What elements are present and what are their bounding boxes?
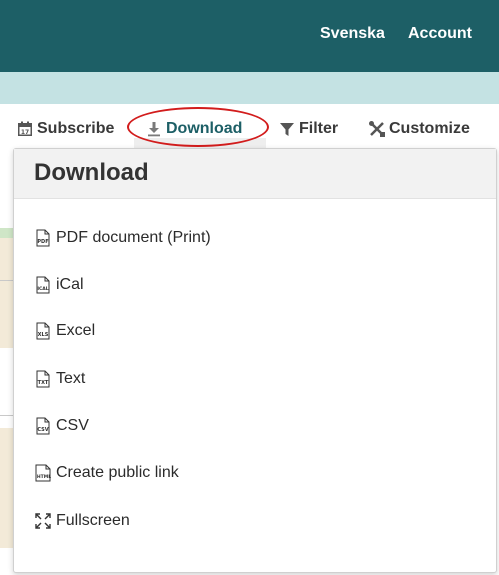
tools-icon — [368, 120, 386, 138]
csv-file-icon: CSV — [34, 417, 54, 435]
pdf-file-icon: PDF — [34, 229, 54, 247]
fullscreen-icon — [34, 512, 54, 530]
filter-button[interactable]: Filter — [278, 118, 338, 140]
menu-item-csv[interactable]: CSV CSV — [34, 414, 89, 438]
menu-item-excel[interactable]: XLS Excel — [34, 319, 95, 343]
file-type-tag: ICAL — [37, 286, 48, 292]
xls-file-icon: XLS — [34, 322, 54, 340]
download-dropdown: Download PDF PDF document (Print) ICAL i… — [13, 148, 497, 573]
menu-item-label: Text — [56, 370, 86, 387]
background-divider — [0, 280, 14, 281]
filter-label: Filter — [299, 120, 339, 137]
menu-item-label: Fullscreen — [56, 512, 130, 529]
background-page-edge — [0, 238, 14, 348]
customize-button[interactable]: Customize — [368, 118, 470, 140]
file-type-tag: CSV — [37, 427, 48, 433]
download-button[interactable]: Download — [145, 118, 242, 140]
background-page-edge — [0, 348, 14, 428]
txt-file-icon: TXT — [34, 370, 54, 388]
top-header: Svenska Account — [0, 0, 499, 72]
menu-item-public-link[interactable]: HTML Create public link — [34, 461, 179, 485]
file-type-tag: XLS — [38, 332, 49, 338]
background-page-edge — [0, 428, 14, 548]
download-label: Download — [166, 120, 243, 137]
background-divider — [0, 415, 14, 416]
account-link[interactable]: Account — [408, 25, 472, 43]
background-page-edge — [0, 150, 14, 230]
subscribe-button[interactable]: 17 Subscribe — [16, 118, 114, 140]
menu-item-label: PDF document (Print) — [56, 229, 211, 246]
menu-item-label: Create public link — [56, 464, 179, 481]
menu-item-text[interactable]: TXT Text — [34, 367, 85, 391]
html-file-icon: HTML — [34, 464, 54, 482]
svg-text:17: 17 — [21, 129, 29, 136]
dropdown-title: Download — [34, 159, 149, 186]
funnel-icon — [278, 120, 296, 138]
ical-file-icon: ICAL — [34, 276, 54, 294]
dropdown-header: Download — [14, 149, 496, 199]
subscribe-label: Subscribe — [37, 120, 115, 137]
menu-item-label: iCal — [56, 276, 84, 293]
customize-label: Customize — [389, 120, 470, 137]
menu-item-label: Excel — [56, 322, 96, 339]
background-page-edge — [0, 228, 14, 238]
menu-item-fullscreen[interactable]: Fullscreen — [34, 509, 130, 533]
file-type-tag: HTML — [37, 474, 51, 480]
language-link[interactable]: Svenska — [320, 25, 385, 43]
calendar-icon: 17 — [16, 120, 34, 138]
page: Svenska Account 17 Subscribe Download Fi… — [0, 0, 499, 575]
download-arrow-icon — [145, 120, 163, 138]
file-type-tag: PDF — [37, 239, 48, 245]
menu-item-label: CSV — [56, 417, 89, 434]
menu-item-ical[interactable]: ICAL iCal — [34, 273, 84, 297]
file-type-tag: TXT — [38, 380, 49, 386]
menu-item-pdf[interactable]: PDF PDF document (Print) — [34, 226, 211, 250]
sub-header-bar — [0, 72, 499, 104]
